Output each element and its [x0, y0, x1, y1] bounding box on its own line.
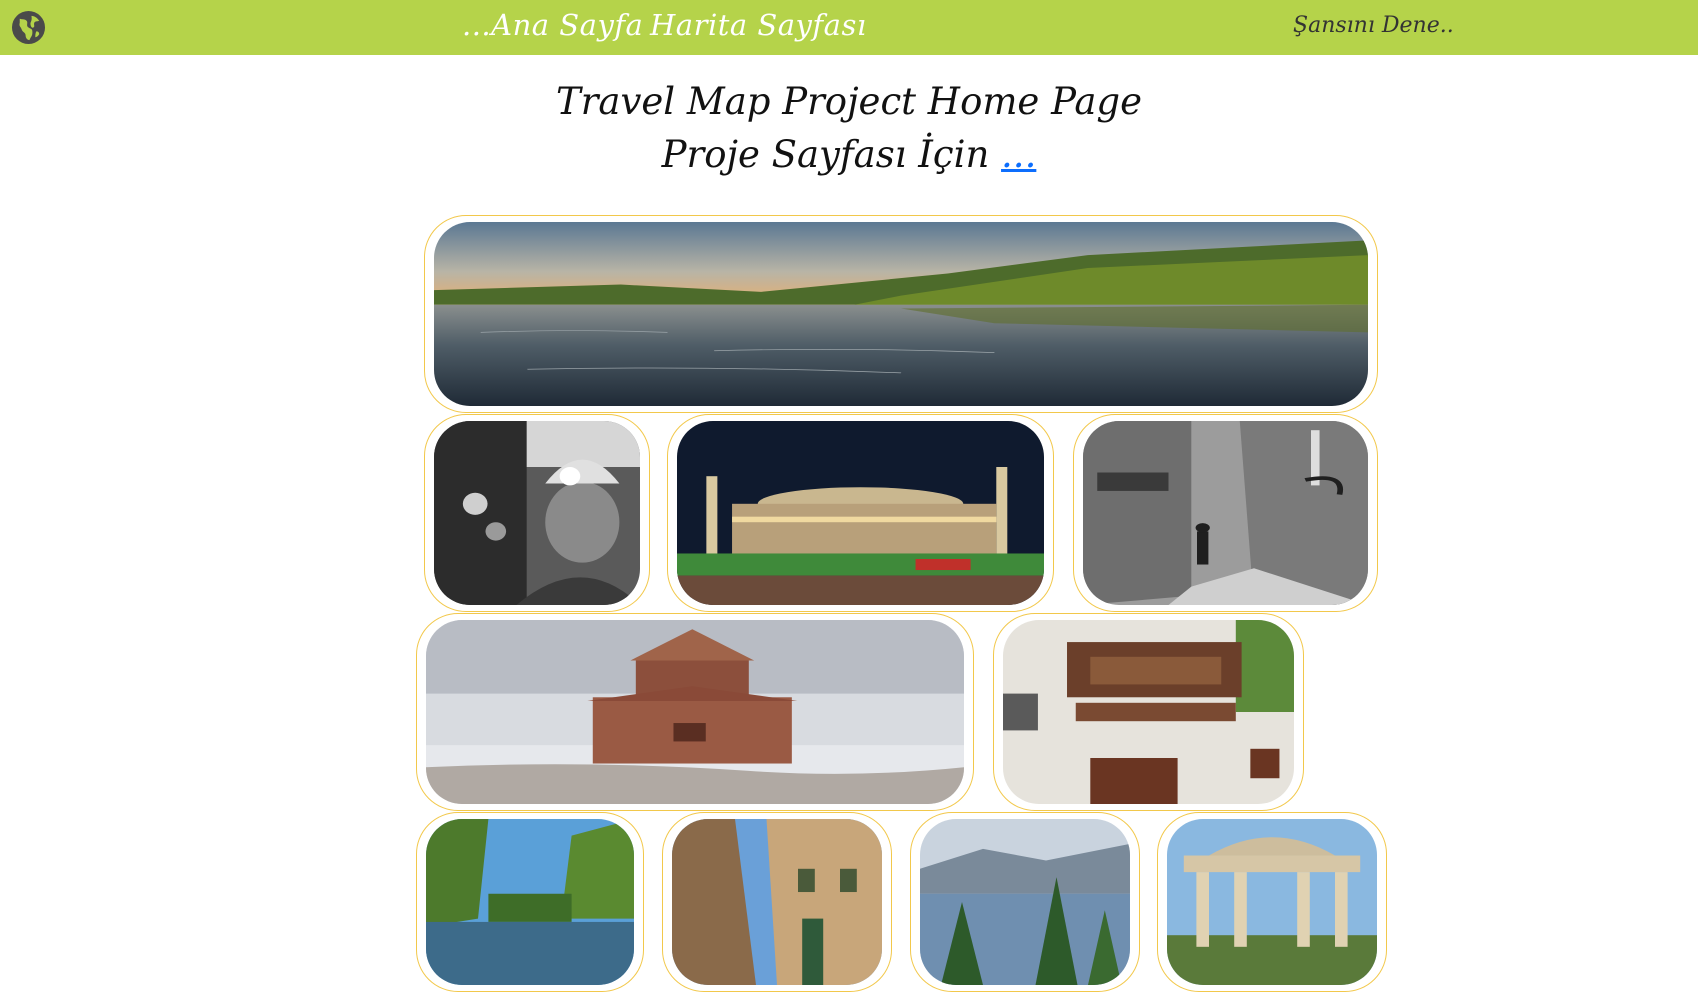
top-navbar: ...Ana Sayfa Harita Sayfası Şansını Dene… — [0, 0, 1698, 55]
page-subtitle: Proje Sayfası İçin ... — [0, 133, 1698, 176]
nav-home-link[interactable]: ...Ana Sayfa — [462, 8, 643, 42]
house-image — [1003, 620, 1294, 804]
lake-image — [434, 222, 1368, 406]
nav-try-luck-link[interactable]: Şansını Dene.. — [1293, 13, 1454, 38]
photo-card-mosque[interactable] — [667, 414, 1054, 612]
photo-card-street[interactable] — [1073, 414, 1378, 612]
church-image — [426, 620, 964, 804]
photo-card-house[interactable] — [993, 613, 1304, 811]
photo-card-ruins[interactable] — [1157, 812, 1387, 992]
photo-card-lake[interactable] — [424, 215, 1378, 413]
ruins-image — [1167, 819, 1377, 985]
mosque-image — [677, 421, 1044, 605]
photo-card-alley[interactable] — [662, 812, 892, 992]
photo-card-miner[interactable] — [424, 414, 650, 612]
project-page-link[interactable]: ... — [1001, 133, 1036, 176]
photo-card-lake-trees[interactable] — [416, 812, 644, 992]
subtitle-text: Proje Sayfası İçin — [661, 133, 1002, 176]
photo-card-mountain-lake[interactable] — [910, 812, 1140, 992]
miner-image — [434, 421, 640, 605]
globe-icon[interactable] — [11, 10, 46, 45]
mountain-lake-image — [920, 819, 1130, 985]
street-image — [1083, 421, 1368, 605]
page-title: Travel Map Project Home Page — [556, 80, 1142, 123]
lake-trees-image — [426, 819, 634, 985]
nav-map-link[interactable]: Harita Sayfası — [650, 8, 867, 42]
alley-image — [672, 819, 882, 985]
photo-card-church[interactable] — [416, 613, 974, 811]
